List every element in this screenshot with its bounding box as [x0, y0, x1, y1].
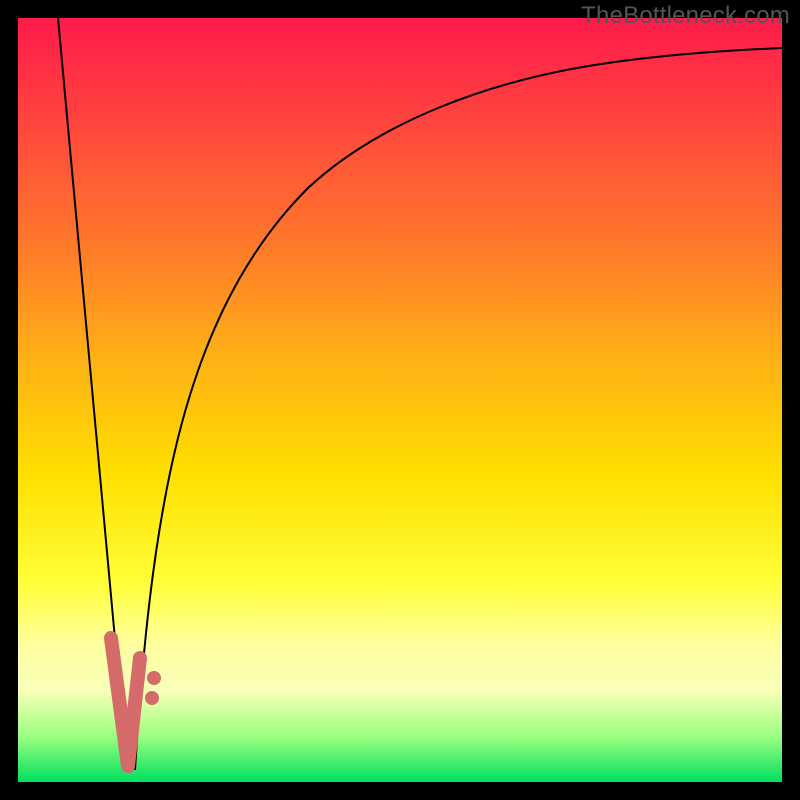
outlier-dot-2 [147, 671, 161, 685]
chart-area [18, 18, 782, 782]
watermark-text: TheBottleneck.com [581, 2, 790, 30]
curve-right-rising [135, 48, 782, 770]
outlier-dot-1 [145, 691, 159, 705]
chart-svg [18, 18, 782, 782]
marker-cluster [111, 638, 161, 766]
v-right-stroke [128, 658, 140, 766]
